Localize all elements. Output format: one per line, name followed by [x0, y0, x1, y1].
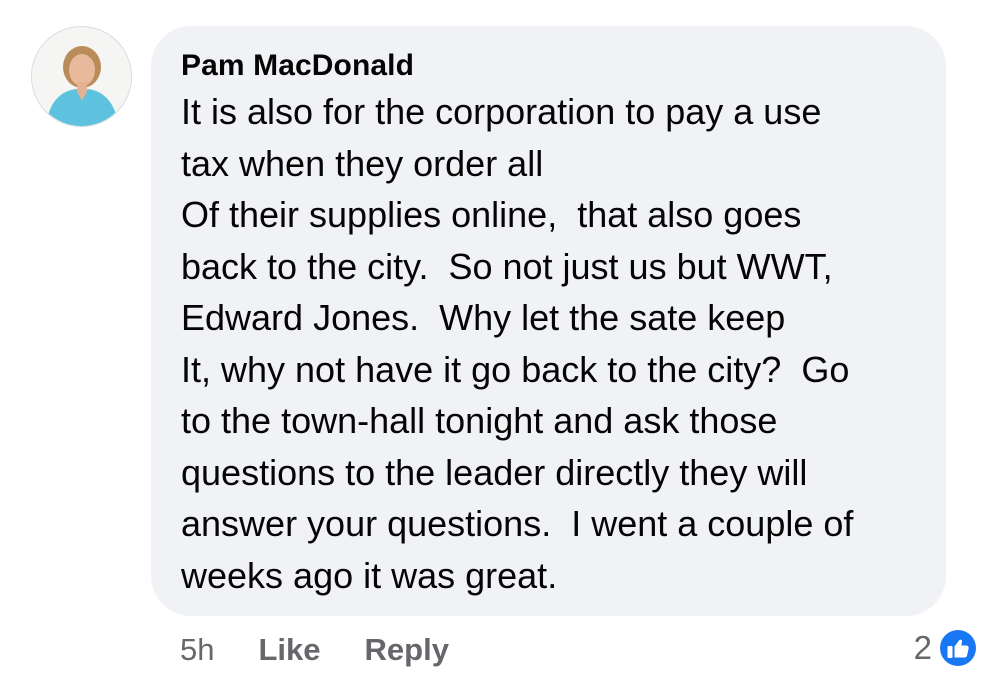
comment-bubble: Pam MacDonald It is also for the corpora…	[151, 26, 946, 616]
comment-text: It is also for the corporation to pay a …	[181, 86, 926, 601]
avatar[interactable]	[31, 26, 132, 127]
reply-button[interactable]: Reply	[365, 632, 449, 668]
comment-line: back to the city. So not just us but WWT…	[181, 245, 833, 287]
like-button[interactable]: Like	[258, 632, 320, 668]
comment-line: answer your questions. I went a couple o…	[181, 503, 854, 544]
thumbs-up-icon	[938, 628, 978, 668]
reaction-count: 2	[913, 629, 932, 666]
reaction-summary[interactable]: 2	[914, 624, 980, 672]
comment-line: Edward Jones. Why let the sate keep	[181, 297, 786, 338]
profile-photo	[32, 27, 131, 126]
comment-line: questions to the leader directly they wi…	[181, 451, 808, 493]
comment-line: to the town-hall tonight and ask those	[181, 400, 778, 441]
comment-timestamp[interactable]: 5h	[180, 632, 214, 668]
comment-line: It is also for the corporation to pay a …	[181, 91, 822, 132]
comment-author-name[interactable]: Pam MacDonald	[181, 46, 926, 86]
comment-line: Of their supplies online, that also goes	[181, 194, 802, 235]
comment-line: It, why not have it go back to the city?…	[181, 348, 850, 390]
comment-line: weeks ago it was great.	[181, 554, 558, 596]
comment-line: tax when they order all	[181, 142, 544, 184]
comment-actions: 5h Like Reply	[180, 628, 493, 672]
